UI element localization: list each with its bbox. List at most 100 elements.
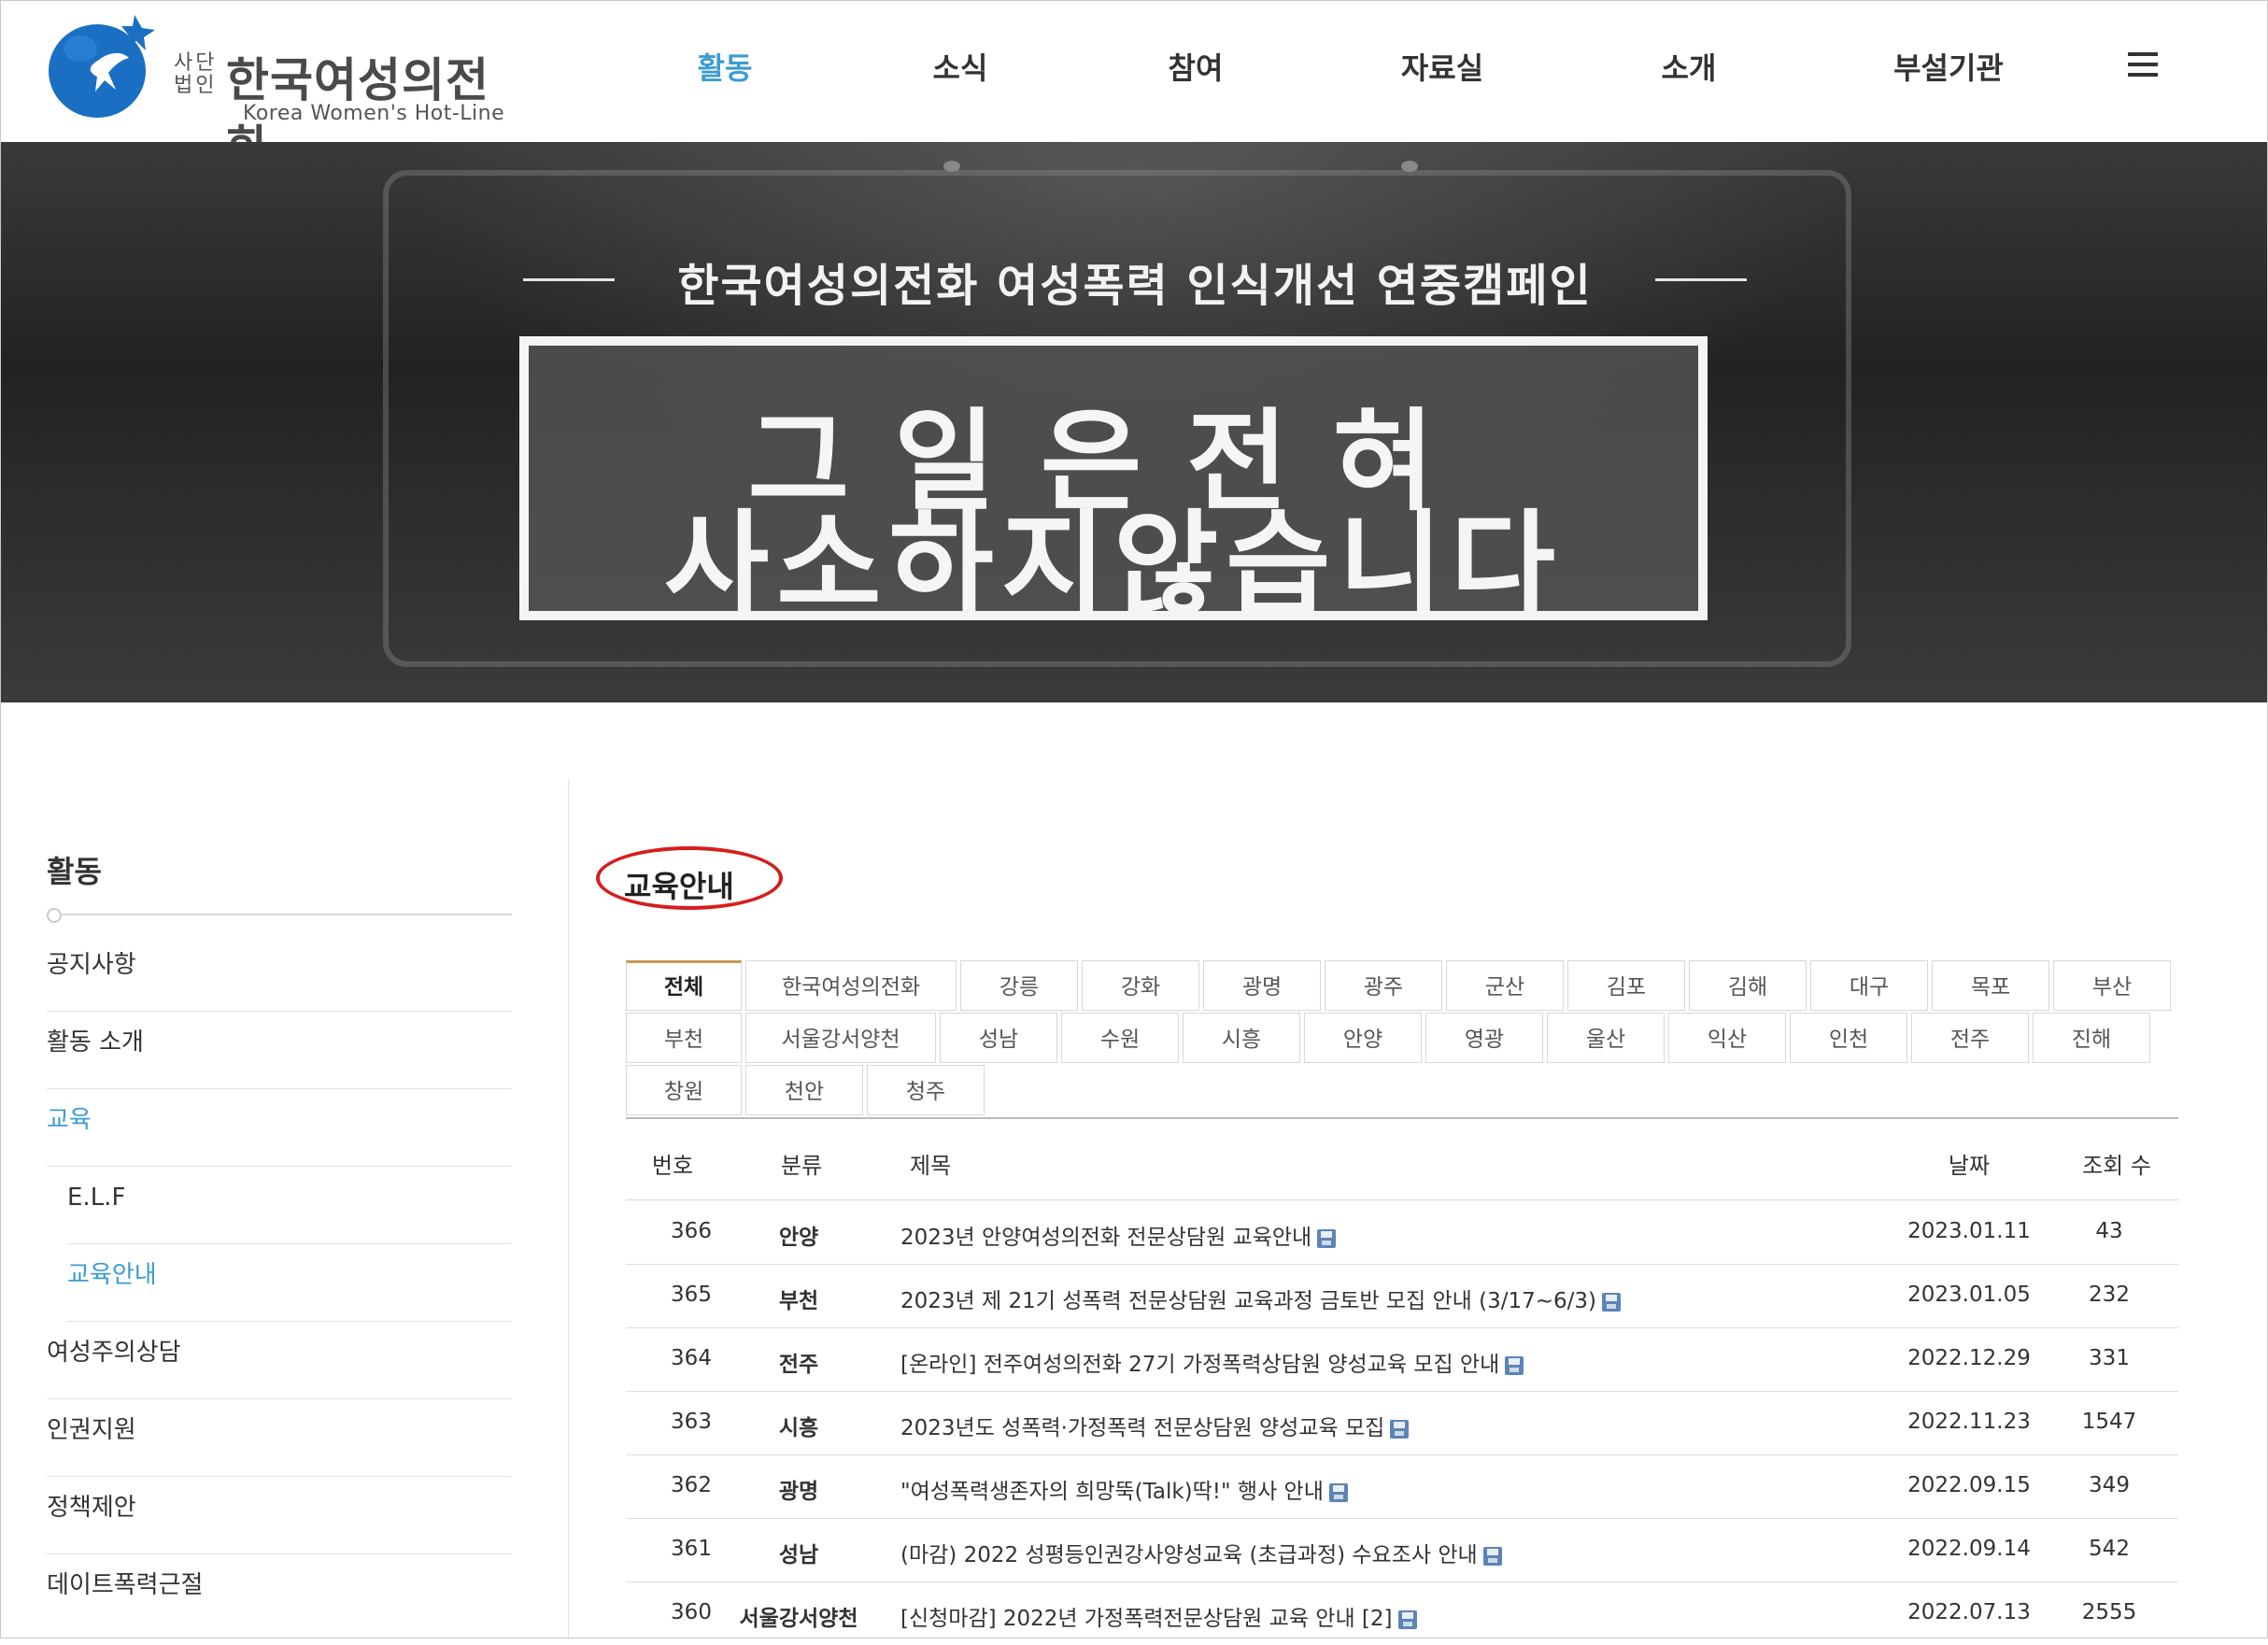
nav-about[interactable]: 소개 [1662, 45, 1717, 88]
row-title-link[interactable]: (마감) 2022 성평등인권강사양성교육 (초급과정) 수요조사 안내 [900, 1537, 1502, 1568]
nav-news[interactable]: 소식 [933, 45, 988, 88]
nav-participate[interactable]: 참여 [1169, 45, 1224, 88]
banner-subtitle: 한국여성의전화 여성폭력 인식개선 연중캠페인 [677, 260, 1593, 312]
sidebar-item-notice[interactable]: 공지사항 [47, 934, 512, 1012]
sidebar-title: 활동 [47, 854, 102, 889]
logo-english-name: Korea Women's Hot-Line [243, 102, 505, 125]
row-number: 366 [671, 1219, 712, 1243]
sidebar-item-label: 공지사항 [47, 951, 136, 979]
tab-region[interactable]: 영광 [1425, 1013, 1543, 1063]
tab-region[interactable]: 군산 [1446, 960, 1564, 1011]
row-date: 2022.09.14 [1907, 1537, 2031, 1561]
tab-region[interactable]: 청주 [867, 1065, 985, 1115]
tab-region[interactable]: 진해 [2033, 1013, 2150, 1063]
tab-region[interactable]: 부천 [626, 1013, 742, 1063]
row-date: 2022.11.23 [1907, 1410, 2031, 1434]
nav-archive[interactable]: 자료실 [1401, 45, 1483, 88]
row-title[interactable]: [신청마감] 2022년 가정폭력전문상담원 교육 안내 [2] [900, 1607, 1393, 1631]
tab-region[interactable]: 김해 [1689, 960, 1807, 1011]
table-row: 361 성남 (마감) 2022 성평등인권강사양성교육 (초급과정) 수요조사… [626, 1518, 2178, 1582]
nav-affiliates[interactable]: 부설기관 [1893, 45, 2004, 88]
tab-region[interactable]: 광주 [1325, 960, 1442, 1011]
attachment-icon [1328, 1483, 1348, 1502]
table-row: 364 전주 [온라인] 전주여성의전화 27기 가정폭력상담원 양성교육 모집… [626, 1327, 2178, 1392]
row-title[interactable]: 2023년 제 21기 성폭력 전문상담원 교육과정 금토반 모집 안내 (3/… [900, 1289, 1596, 1313]
row-category: 안양 [778, 1226, 819, 1250]
table-row: 365 부천 2023년 제 21기 성폭력 전문상담원 교육과정 금토반 모집… [626, 1264, 2178, 1328]
tab-region[interactable]: 안양 [1304, 1013, 1422, 1063]
row-title[interactable]: "여성폭력생존자의 희망뚝(Talk)딱!" 행사 안내 [900, 1480, 1324, 1504]
campaign-banner: 한국여성의전화 여성폭력 인식개선 연중캠페인 그일은전혀 사소하지않습니다 [0, 142, 2268, 702]
tab-region[interactable]: 울산 [1547, 1013, 1665, 1063]
banner-bolt [1401, 161, 1418, 172]
sidebar-item-label: 정책제안 [47, 1494, 136, 1522]
row-title[interactable]: 2023년 안양여성의전화 전문상담원 교육안내 [900, 1226, 1311, 1250]
tab-region[interactable]: 강화 [1082, 960, 1199, 1011]
menu-hamburger-icon[interactable] [2128, 52, 2158, 77]
row-category: 부천 [778, 1289, 819, 1313]
tab-region[interactable]: 김포 [1567, 960, 1685, 1011]
row-date: 2023.01.05 [1907, 1283, 2031, 1307]
row-date: 2022.07.13 [1907, 1600, 2031, 1624]
row-title-link[interactable]: "여성폭력생존자의 희망뚝(Talk)딱!" 행사 안내 [900, 1473, 1348, 1505]
tab-region[interactable]: 천안 [745, 1065, 863, 1115]
row-views: 331 [2089, 1346, 2130, 1370]
tab-region[interactable]: 서울강서양천 [745, 1013, 936, 1063]
row-title[interactable]: [온라인] 전주여성의전화 27기 가정폭력상담원 양성교육 모집 안내 [900, 1353, 1499, 1377]
tab-region[interactable]: 강릉 [960, 960, 1078, 1011]
tab-all[interactable]: 전체 [626, 960, 742, 1011]
attachment-icon [1390, 1420, 1410, 1439]
row-number: 361 [671, 1537, 712, 1561]
table-row: 362 광명 "여성폭력생존자의 희망뚝(Talk)딱!" 행사 안내 2022… [626, 1454, 2178, 1519]
row-title-link[interactable]: 2023년 제 21기 성폭력 전문상담원 교육과정 금토반 모집 안내 (3/… [900, 1283, 1622, 1314]
tab-region[interactable]: 광명 [1203, 960, 1321, 1011]
tab-region[interactable]: 수원 [1061, 1013, 1179, 1063]
sidebar-item-education-guide[interactable]: 교육안내 [67, 1244, 512, 1322]
sidebar-item-activity-intro[interactable]: 활동 소개 [47, 1012, 512, 1089]
sidebar-item-human-rights[interactable]: 인권지원 [47, 1399, 512, 1477]
row-title-link[interactable]: 2023년 안양여성의전화 전문상담원 교육안내 [900, 1219, 1337, 1251]
tab-region[interactable]: 대구 [1810, 960, 1928, 1011]
title-highlight-circle [596, 846, 783, 910]
row-views: 349 [2089, 1473, 2130, 1497]
sidebar-item-dating-violence[interactable]: 데이트폭력근절 [47, 1554, 512, 1632]
banner-headline-box: 그일은전혀 사소하지않습니다 [519, 336, 1708, 631]
row-number: 363 [671, 1410, 712, 1434]
row-number: 364 [671, 1346, 712, 1370]
row-title-link[interactable]: [신청마감] 2022년 가정폭력전문상담원 교육 안내 [2] [900, 1600, 1417, 1632]
tab-region[interactable]: 성남 [940, 1013, 1057, 1063]
tab-region[interactable]: 익산 [1668, 1013, 1786, 1063]
nav-activity[interactable]: 활동 [698, 45, 753, 88]
attachment-icon [1482, 1547, 1502, 1566]
sidebar-item-elf[interactable]: E.L.F [67, 1167, 512, 1244]
tab-region[interactable]: 시흥 [1183, 1013, 1300, 1063]
table-row: 360 서울강서양천 [신청마감] 2022년 가정폭력전문상담원 교육 안내 … [626, 1581, 2178, 1645]
sidebar-item-education[interactable]: 교육 [47, 1089, 512, 1167]
row-category: 시흥 [778, 1416, 819, 1440]
tab-region[interactable]: 인천 [1790, 1013, 1907, 1063]
row-title[interactable]: (마감) 2022 성평등인권강사양성교육 (초급과정) 수요조사 안내 [900, 1543, 1478, 1567]
sidebar-item-label: 활동 소개 [47, 1028, 144, 1056]
row-title[interactable]: 2023년도 성폭력·가정폭력 전문상담원 양성교육 모집 [900, 1416, 1384, 1440]
row-views: 43 [2095, 1219, 2123, 1243]
tabs-bottom-rule [626, 1117, 2178, 1119]
row-number: 360 [671, 1600, 712, 1624]
row-date: 2022.12.29 [1907, 1346, 2031, 1370]
tab-region[interactable]: 부산 [2053, 960, 2171, 1011]
sidebar-rule-dot [47, 908, 62, 923]
row-date: 2022.09.15 [1907, 1473, 2031, 1497]
tab-region[interactable]: 창원 [626, 1065, 742, 1115]
tab-region[interactable]: 전주 [1911, 1013, 2029, 1063]
sidebar-item-policy[interactable]: 정책제안 [47, 1477, 512, 1554]
main-nav: 활동 소식 참여 자료실 소개 부설기관 [0, 45, 2268, 90]
row-number: 362 [671, 1473, 712, 1497]
sidebar-item-label: 데이트폭력근절 [47, 1571, 204, 1599]
row-title-link[interactable]: [온라인] 전주여성의전화 27기 가정폭력상담원 양성교육 모집 안내 [900, 1346, 1524, 1378]
sidebar-item-feminist-counseling[interactable]: 여성주의상담 [47, 1322, 512, 1399]
column-header-category: 분류 [780, 1153, 823, 1179]
tab-region[interactable]: 목포 [1932, 960, 2049, 1011]
banner-subtitle-rule [523, 278, 615, 281]
table-row: 363 시흥 2023년도 성폭력·가정폭력 전문상담원 양성교육 모집 202… [626, 1391, 2178, 1455]
row-title-link[interactable]: 2023년도 성폭력·가정폭력 전문상담원 양성교육 모집 [900, 1410, 1410, 1441]
tab-region[interactable]: 한국여성의전화 [745, 960, 957, 1011]
